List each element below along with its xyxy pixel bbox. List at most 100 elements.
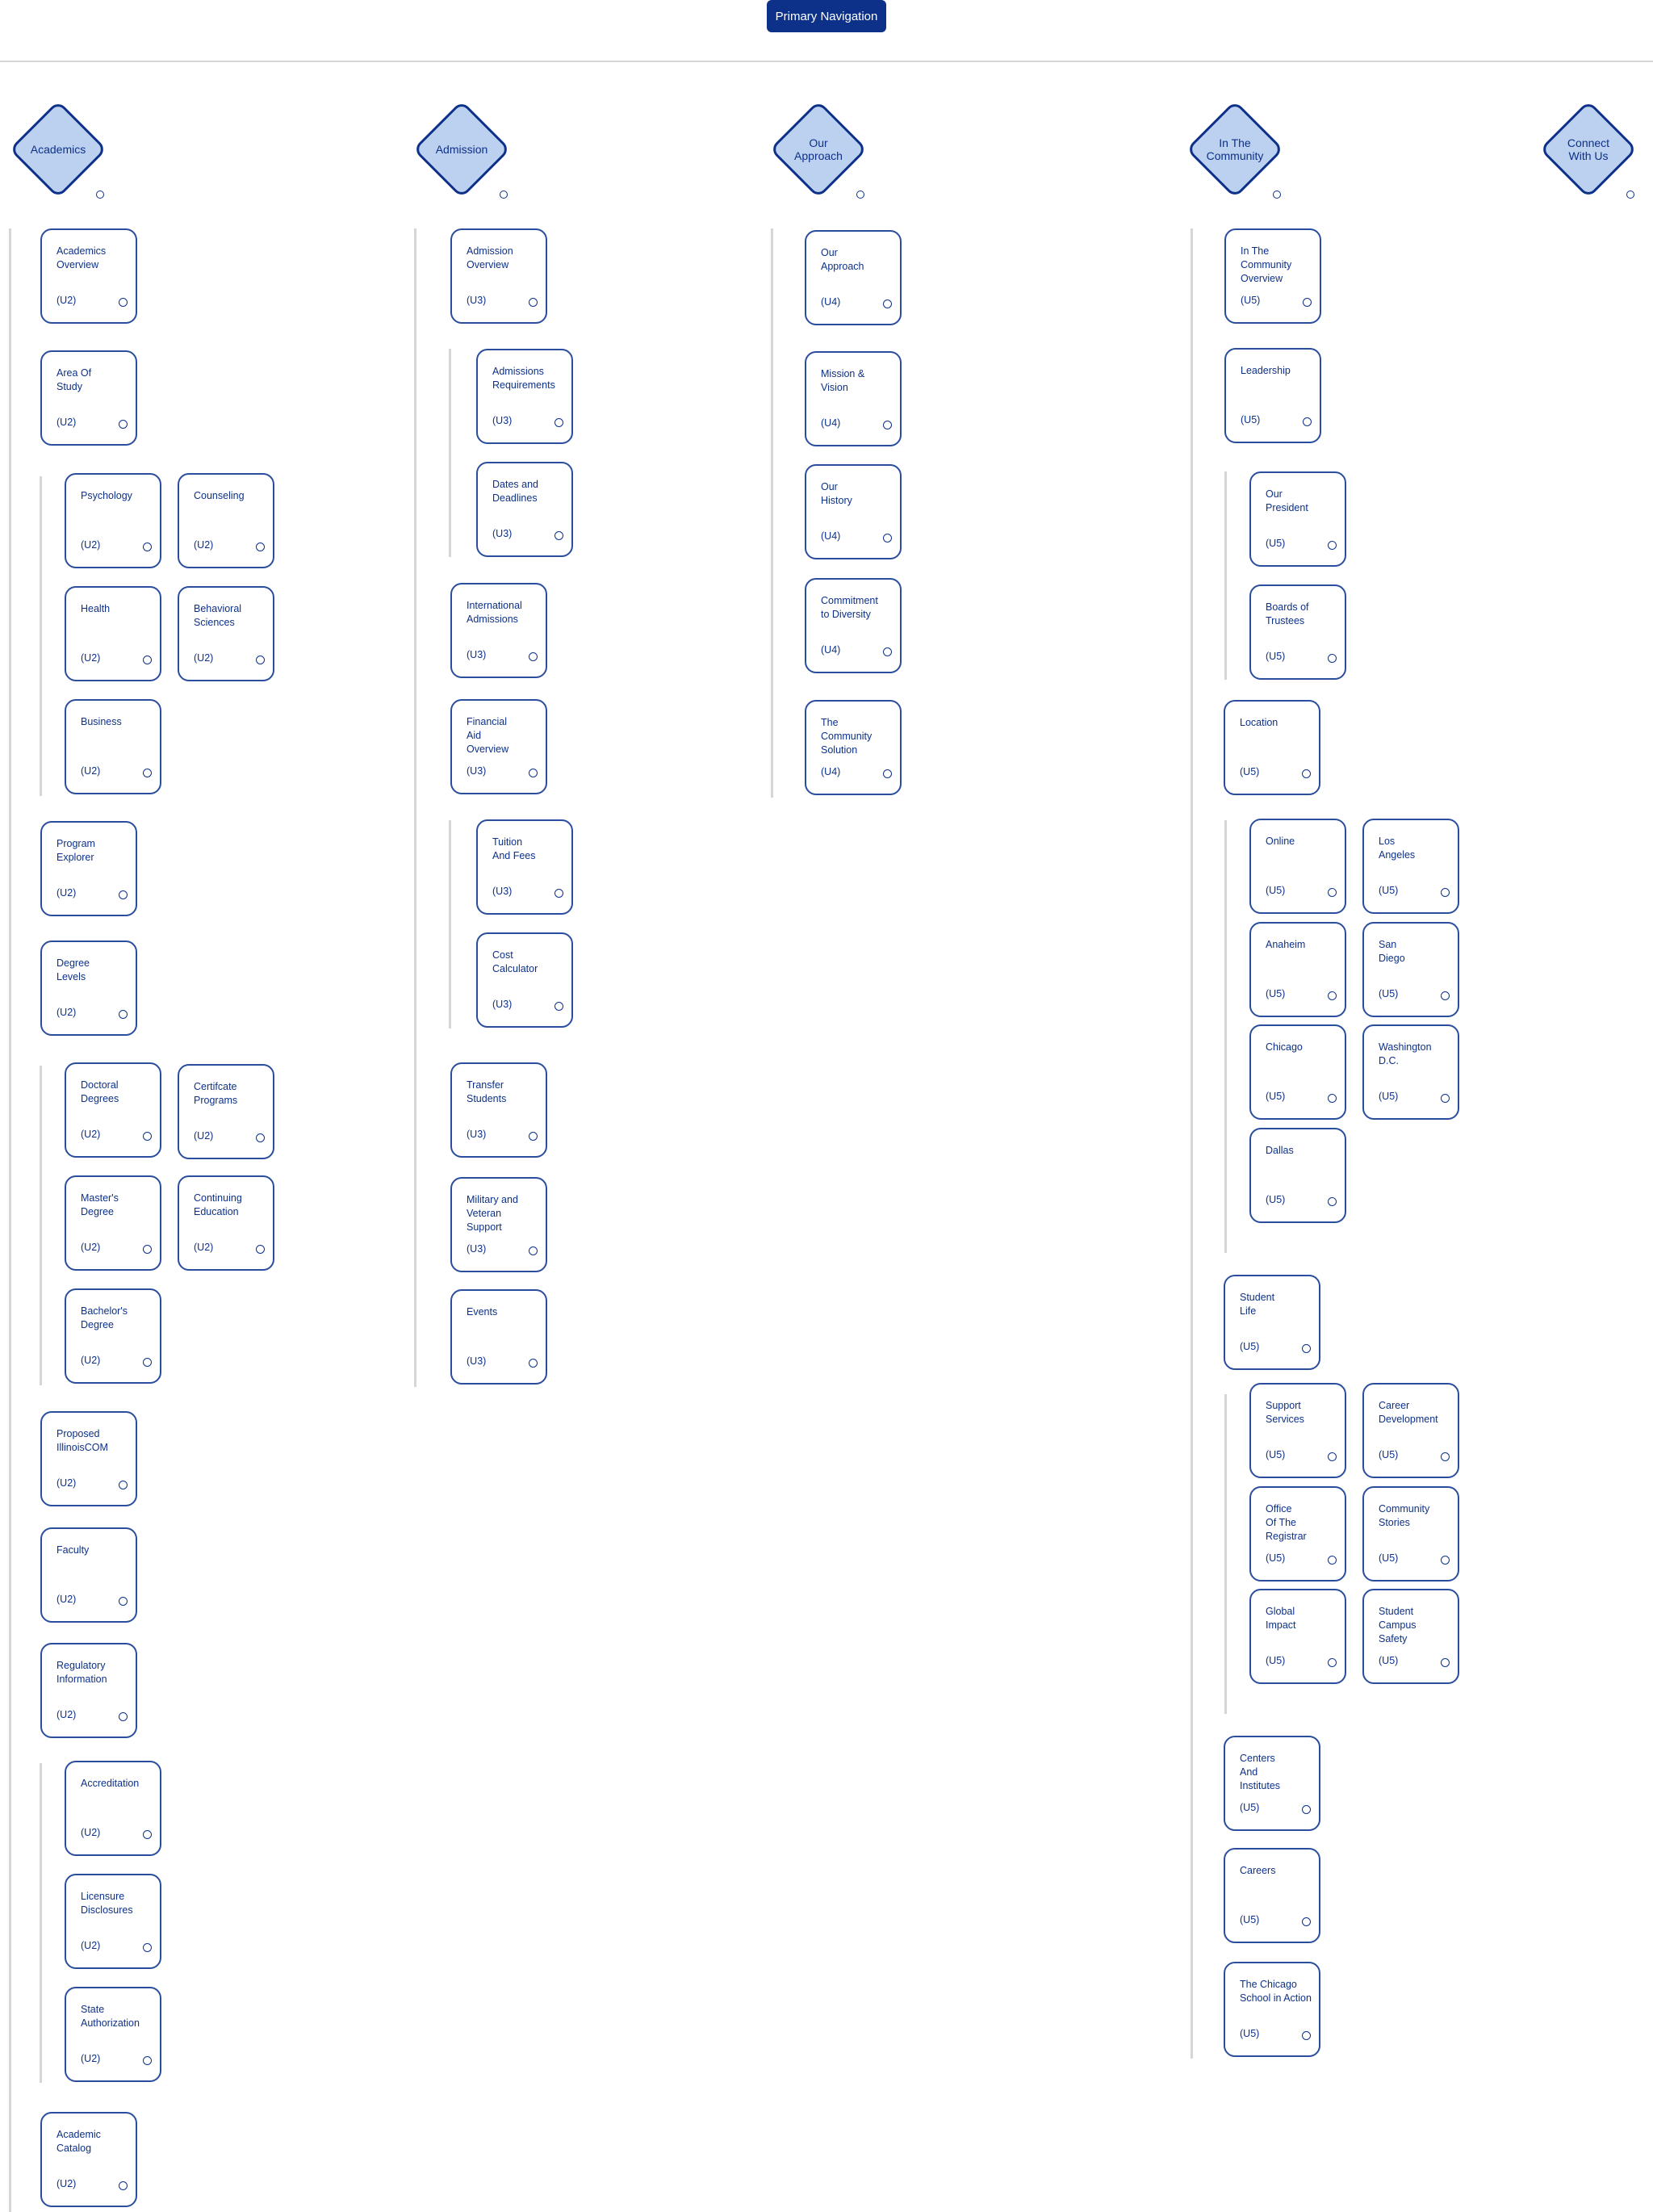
connector-handle-icon[interactable] [256,1245,265,1254]
connector-handle-icon[interactable] [143,656,152,664]
connector-handle-icon[interactable] [143,1132,152,1141]
page-card-state-authorization[interactable]: State Authorization (U2) [65,1987,161,2082]
page-card-student-life[interactable]: Student Life (U5) [1224,1275,1320,1370]
connector-handle-icon[interactable] [143,1358,152,1367]
connector-handle-icon[interactable] [1328,541,1337,550]
page-card-our-history[interactable]: Our History (U4) [805,464,902,559]
page-card-military-veteran-support[interactable]: Military and Veteran Support (U3) [450,1177,547,1272]
connector-handle-icon[interactable] [143,2056,152,2065]
page-card-program-explorer[interactable]: Program Explorer (U2) [40,821,137,916]
connector-handle-icon[interactable] [1441,991,1450,1000]
page-card-online[interactable]: Online (U5) [1249,819,1346,914]
connector-handle-icon[interactable] [119,1010,128,1019]
page-card-careers[interactable]: Careers (U5) [1224,1848,1320,1943]
page-card-counseling[interactable]: Counseling (U2) [178,473,274,568]
connector-handle-icon[interactable] [500,191,508,199]
page-card-student-campus-safety[interactable]: Student Campus Safety (U5) [1362,1589,1459,1684]
page-card-behavioral-sciences[interactable]: Behavioral Sciences (U2) [178,586,274,681]
connector-handle-icon[interactable] [1328,1658,1337,1667]
section-node-academics[interactable]: Academics [6,97,111,202]
page-card-dallas[interactable]: Dallas (U5) [1249,1128,1346,1223]
connector-handle-icon[interactable] [1626,191,1634,199]
page-card-academics-overview[interactable]: Academics Overview (U2) [40,228,137,324]
connector-handle-icon[interactable] [529,1132,538,1141]
section-node-our-approach[interactable]: Our Approach [766,97,871,202]
page-card-admissions-requirements[interactable]: Admissions Requirements (U3) [476,349,573,444]
section-node-in-the-community[interactable]: In The Community [1182,97,1287,202]
connector-handle-icon[interactable] [119,1597,128,1606]
page-card-regulatory-information[interactable]: Regulatory Information (U2) [40,1643,137,1738]
connector-handle-icon[interactable] [529,652,538,661]
page-card-global-impact[interactable]: Global Impact (U5) [1249,1589,1346,1684]
connector-handle-icon[interactable] [256,543,265,551]
page-card-mission-vision[interactable]: Mission & Vision (U4) [805,351,902,446]
connector-handle-icon[interactable] [554,1002,563,1011]
connector-handle-icon[interactable] [554,418,563,427]
connector-handle-icon[interactable] [143,769,152,777]
connector-handle-icon[interactable] [1328,991,1337,1000]
page-card-events[interactable]: Events (U3) [450,1289,547,1385]
page-card-chicago[interactable]: Chicago (U5) [1249,1024,1346,1120]
connector-handle-icon[interactable] [119,420,128,429]
connector-handle-icon[interactable] [1441,1452,1450,1461]
connector-handle-icon[interactable] [1328,654,1337,663]
connector-handle-icon[interactable] [1441,1094,1450,1103]
connector-handle-icon[interactable] [1441,1556,1450,1565]
connector-handle-icon[interactable] [1328,1094,1337,1103]
page-card-financial-aid-overview[interactable]: Financial Aid Overview (U3) [450,699,547,794]
page-card-continuing-education[interactable]: Continuing Education (U2) [178,1175,274,1271]
page-card-degree-levels[interactable]: Degree Levels (U2) [40,941,137,1036]
section-node-connect-with-us[interactable]: Connect With Us [1536,97,1641,202]
connector-handle-icon[interactable] [1303,298,1312,307]
page-card-commitment-to-diversity[interactable]: Commitment to Diversity (U4) [805,578,902,673]
connector-handle-icon[interactable] [1441,888,1450,897]
page-card-transfer-students[interactable]: Transfer Students (U3) [450,1062,547,1158]
connector-handle-icon[interactable] [529,1246,538,1255]
connector-handle-icon[interactable] [529,1359,538,1368]
connector-handle-icon[interactable] [883,769,892,778]
connector-handle-icon[interactable] [1302,1344,1311,1353]
page-card-tuition-and-fees[interactable]: Tuition And Fees (U3) [476,819,573,915]
page-card-location[interactable]: Location (U5) [1224,700,1320,795]
page-card-proposed-illinoiscom[interactable]: Proposed IllinoisCOM (U2) [40,1411,137,1506]
page-card-business[interactable]: Business (U2) [65,699,161,794]
connector-handle-icon[interactable] [1303,417,1312,426]
connector-handle-icon[interactable] [143,543,152,551]
page-card-faculty[interactable]: Faculty (U2) [40,1527,137,1623]
page-card-los-angeles[interactable]: Los Angeles (U5) [1362,819,1459,914]
connector-handle-icon[interactable] [529,298,538,307]
page-card-doctoral-degrees[interactable]: Doctoral Degrees (U2) [65,1062,161,1158]
connector-handle-icon[interactable] [1273,191,1281,199]
connector-handle-icon[interactable] [529,769,538,777]
page-card-licensure-disclosures[interactable]: Licensure Disclosures (U2) [65,1874,161,1969]
page-card-community-overview[interactable]: In The Community Overview (U5) [1224,228,1321,324]
connector-handle-icon[interactable] [1302,769,1311,778]
connector-handle-icon[interactable] [143,1245,152,1254]
connector-handle-icon[interactable] [119,1481,128,1489]
page-card-health[interactable]: Health (U2) [65,586,161,681]
connector-handle-icon[interactable] [1328,1197,1337,1206]
connector-handle-icon[interactable] [119,890,128,899]
page-card-anaheim[interactable]: Anaheim (U5) [1249,922,1346,1017]
connector-handle-icon[interactable] [856,191,864,199]
page-card-our-president[interactable]: Our President (U5) [1249,471,1346,567]
connector-handle-icon[interactable] [96,191,104,199]
page-card-career-development[interactable]: Career Development (U5) [1362,1383,1459,1478]
connector-handle-icon[interactable] [143,1943,152,1952]
page-card-support-services[interactable]: Support Services (U5) [1249,1383,1346,1478]
page-card-certificate-programs[interactable]: Certifcate Programs (U2) [178,1064,274,1159]
connector-handle-icon[interactable] [1328,1556,1337,1565]
page-card-dates-and-deadlines[interactable]: Dates and Deadlines (U3) [476,462,573,557]
connector-handle-icon[interactable] [554,531,563,540]
page-card-accreditation[interactable]: Accreditation (U2) [65,1761,161,1856]
page-card-community-solution[interactable]: The Community Solution (U4) [805,700,902,795]
page-card-international-admissions[interactable]: International Admissions (U3) [450,583,547,678]
page-card-chicago-school-in-action[interactable]: The Chicago School in Action (U5) [1224,1962,1320,2057]
connector-handle-icon[interactable] [1302,1917,1311,1926]
connector-handle-icon[interactable] [119,298,128,307]
page-card-our-approach[interactable]: Our Approach (U4) [805,230,902,325]
page-card-masters-degree[interactable]: Master's Degree (U2) [65,1175,161,1271]
connector-handle-icon[interactable] [883,534,892,543]
connector-handle-icon[interactable] [883,647,892,656]
page-card-academic-catalog[interactable]: Academic Catalog (U2) [40,2112,137,2207]
